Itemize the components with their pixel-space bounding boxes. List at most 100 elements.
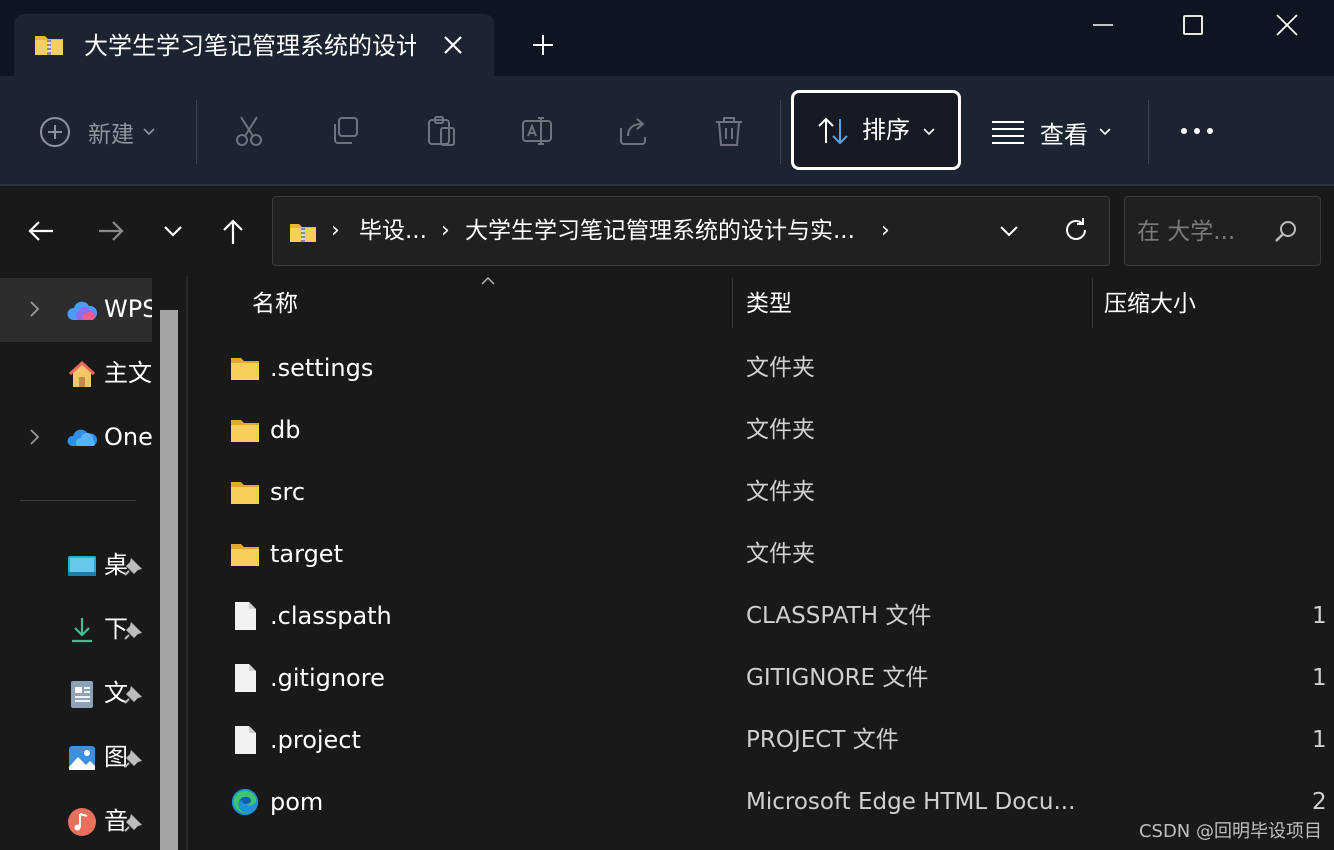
breadcrumb-separator-icon[interactable]: ›: [881, 215, 890, 247]
picture-icon: [69, 746, 95, 770]
quick-access-item-downloads[interactable]: 下: [0, 598, 152, 662]
close-tab-icon[interactable]: [438, 30, 468, 60]
breadcrumb-item[interactable]: 毕设...: [359, 215, 427, 247]
quick-access-item-desktop[interactable]: 桌: [0, 534, 152, 598]
share-icon[interactable]: [616, 114, 650, 148]
file-type: Microsoft Edge HTML Docu...: [746, 789, 1076, 815]
file-size: 1: [1312, 603, 1327, 629]
copy-icon[interactable]: [328, 114, 362, 148]
breadcrumb-item[interactable]: 大学生学习笔记管理系统的设计与实...: [465, 215, 855, 247]
table-row[interactable]: .project PROJECT 文件 1: [188, 710, 1334, 772]
quick-access-item-music[interactable]: 音: [0, 790, 152, 850]
folder-icon: [231, 358, 259, 380]
refresh-icon[interactable]: [1061, 215, 1091, 245]
table-row[interactable]: .classpath CLASSPATH 文件 1: [188, 586, 1334, 648]
file-size: 1: [1312, 727, 1327, 753]
sort-arrows-icon: [818, 117, 848, 145]
maximize-icon[interactable]: [1178, 10, 1208, 40]
file-name: pom: [270, 788, 324, 816]
search-icon[interactable]: [1271, 217, 1301, 247]
view-button[interactable]: 查看: [990, 112, 1112, 152]
file-type: 文件夹: [746, 541, 815, 567]
title-bar: 大学生学习笔记管理系统的设计: [0, 0, 1334, 76]
sidebar-item-onedrive[interactable]: One: [0, 406, 152, 470]
address-bar[interactable]: › 毕设... › 大学生学习笔记管理系统的设计与实... ›: [272, 196, 1110, 266]
tab-active[interactable]: 大学生学习笔记管理系统的设计: [14, 14, 494, 76]
file-icon: [235, 726, 256, 754]
paste-icon[interactable]: [424, 114, 458, 148]
table-row[interactable]: .gitignore GITIGNORE 文件 1: [188, 648, 1334, 710]
back-arrow-icon[interactable]: [26, 216, 56, 246]
pin-icon[interactable]: [122, 682, 146, 706]
table-row[interactable]: src 文件夹: [188, 462, 1334, 524]
more-options-icon[interactable]: [1178, 114, 1218, 148]
quick-access-item-pictures[interactable]: 图: [0, 726, 152, 790]
file-name: .project: [270, 726, 361, 754]
pin-icon[interactable]: [122, 554, 146, 578]
sidebar-item-label: One: [104, 423, 152, 451]
column-separator[interactable]: [732, 278, 733, 328]
chevron-right-icon[interactable]: [26, 298, 44, 320]
folder-icon: [231, 544, 259, 566]
watermark: CSDN @回明毕设项目: [1138, 821, 1322, 842]
sort-button[interactable]: 排序: [791, 90, 961, 170]
sidebar-scrollbar-thumb[interactable]: [160, 310, 178, 850]
search-placeholder: 在 大学...: [1137, 219, 1236, 245]
forward-arrow-icon[interactable]: [96, 216, 126, 246]
pin-icon[interactable]: [122, 618, 146, 642]
file-type: 文件夹: [746, 355, 815, 381]
download-icon: [72, 618, 92, 643]
rename-icon[interactable]: [520, 114, 554, 148]
column-separator[interactable]: [1092, 278, 1093, 328]
minimize-icon[interactable]: [1088, 10, 1118, 40]
onedrive-cloud-icon: [67, 429, 97, 446]
navigation-bar: › 毕设... › 大学生学习笔记管理系统的设计与实... › 在 大学...: [0, 186, 1334, 276]
table-row[interactable]: db 文件夹: [188, 400, 1334, 462]
sidebar-item-home[interactable]: 主文: [0, 342, 152, 406]
quick-access-item-documents[interactable]: 文: [0, 662, 152, 726]
sort-ascending-icon: [481, 277, 495, 285]
file-size: 2: [1312, 789, 1327, 815]
breadcrumb-separator-icon[interactable]: ›: [441, 215, 450, 247]
delete-icon[interactable]: [712, 114, 746, 148]
zip-folder-icon: [290, 224, 316, 242]
chevron-down-icon: [143, 128, 155, 136]
file-type: 文件夹: [746, 479, 815, 505]
column-header-name[interactable]: 名称: [252, 288, 298, 320]
new-button[interactable]: 新建: [38, 112, 156, 152]
toolbar-separator: [196, 100, 197, 164]
close-window-icon[interactable]: [1272, 10, 1302, 40]
breadcrumb-separator-icon[interactable]: ›: [331, 215, 340, 247]
file-name: db: [270, 416, 301, 444]
recent-locations-chevron-icon[interactable]: [158, 216, 188, 246]
file-type: 文件夹: [746, 417, 815, 443]
chevron-right-icon[interactable]: [26, 426, 44, 448]
table-row[interactable]: .settings 文件夹: [188, 338, 1334, 400]
pin-icon[interactable]: [122, 810, 146, 834]
table-row[interactable]: target 文件夹: [188, 524, 1334, 586]
edge-icon: [231, 788, 259, 816]
toolbar-separator: [1148, 100, 1149, 164]
chevron-down-icon: [923, 128, 935, 136]
music-icon: [68, 808, 96, 836]
sidebar-item-label: WPS: [104, 295, 152, 323]
document-icon: [71, 681, 93, 708]
file-name: .settings: [270, 354, 374, 382]
plus-circle-icon: [40, 117, 70, 147]
sidebar-item-wps[interactable]: WPS: [0, 278, 152, 342]
home-icon: [68, 360, 96, 387]
cut-icon[interactable]: [232, 114, 266, 148]
column-header-type[interactable]: 类型: [746, 288, 792, 320]
new-tab-icon[interactable]: [528, 30, 558, 60]
file-type: GITIGNORE 文件: [746, 665, 929, 691]
sort-button-label: 排序: [862, 116, 910, 144]
chevron-down-icon: [1099, 128, 1111, 136]
up-arrow-icon[interactable]: [218, 216, 248, 246]
file-type: CLASSPATH 文件: [746, 603, 932, 629]
file-size: 1: [1312, 665, 1327, 691]
address-dropdown-icon[interactable]: [995, 217, 1023, 245]
pin-icon[interactable]: [122, 746, 146, 770]
search-input[interactable]: 在 大学...: [1124, 196, 1321, 266]
column-header-size[interactable]: 压缩大小: [1104, 288, 1196, 320]
file-name: .classpath: [270, 602, 392, 630]
